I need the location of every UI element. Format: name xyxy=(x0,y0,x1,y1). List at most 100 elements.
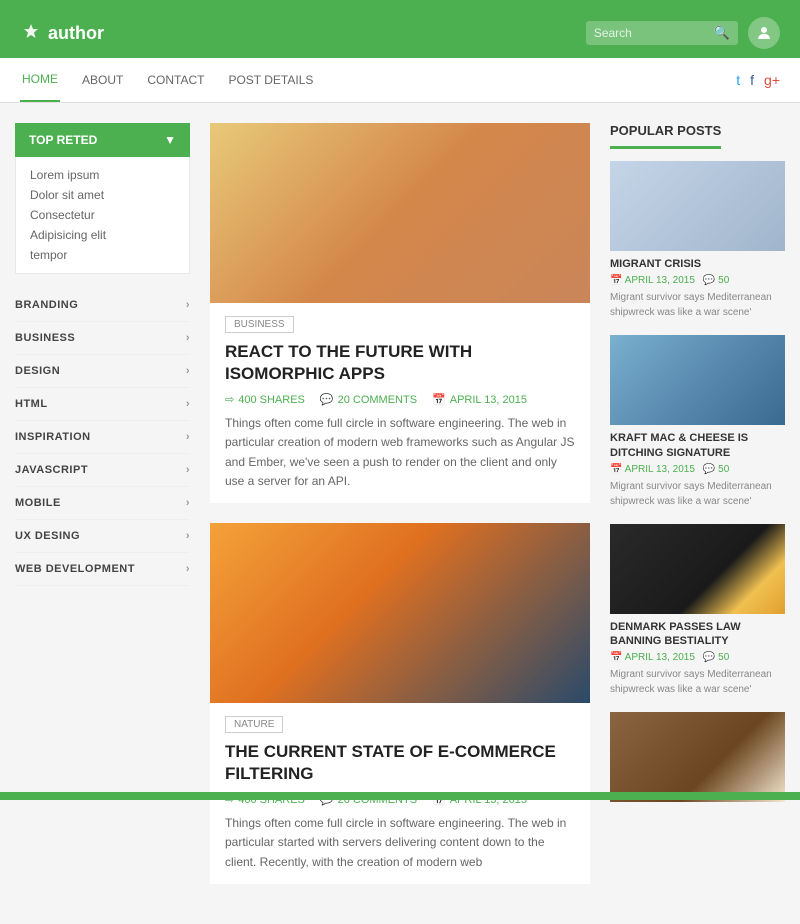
search-box[interactable]: 🔍 xyxy=(586,21,738,45)
category-arrow: › xyxy=(186,563,190,575)
top-rated-items: Lorem ipsum Dolor sit amet Consectetur A… xyxy=(15,157,190,274)
article-tag: NATURE xyxy=(225,716,283,733)
popular-post-item xyxy=(610,712,785,802)
category-arrow: › xyxy=(186,332,190,344)
search-icon[interactable]: 🔍 xyxy=(714,25,730,41)
top-rated-item[interactable]: Dolor sit amet xyxy=(30,185,175,205)
nav-about[interactable]: ABOUT xyxy=(80,59,125,101)
bottom-bar xyxy=(0,792,800,800)
sidebar-category-item[interactable]: MOBILE › xyxy=(15,487,190,520)
article-card: BUSINESS REACT TO THE FUTURE WITH ISOMOR… xyxy=(210,123,590,503)
popular-post-excerpt: Migrant survivor says Mediterranean ship… xyxy=(610,290,785,320)
search-input[interactable] xyxy=(594,26,714,40)
category-arrow: › xyxy=(186,497,190,509)
popular-post-title[interactable]: MIGRANT CRISIS xyxy=(610,257,785,271)
top-rated-item[interactable]: Consectetur xyxy=(30,205,175,225)
category-label: WEB DEVELOPMENT xyxy=(15,563,135,575)
popular-post-item: DENMARK PASSES LAW BANNING BESTIALITY 📅 … xyxy=(610,524,785,698)
nav-links: HOME ABOUT CONTACT POST DETAILS xyxy=(20,58,315,102)
nav: HOME ABOUT CONTACT POST DETAILS t f g+ xyxy=(0,58,800,103)
nav-post-details[interactable]: POST DETAILS xyxy=(226,59,315,101)
category-label: DESIGN xyxy=(15,365,60,377)
main-content: BUSINESS REACT TO THE FUTURE WITH ISOMOR… xyxy=(210,123,590,904)
top-rated-chevron: ▼ xyxy=(164,133,176,147)
popular-post-title[interactable]: KRAFT MAC & CHEESE IS DITCHING SIGNATURE xyxy=(610,431,785,460)
sidebar-category-item[interactable]: BUSINESS › xyxy=(15,322,190,355)
popular-post-date: 📅 APRIL 13, 2015 xyxy=(610,275,695,286)
nav-contact[interactable]: CONTACT xyxy=(145,59,206,101)
article-image xyxy=(210,123,590,303)
category-label: BUSINESS xyxy=(15,332,75,344)
logo-text: author xyxy=(48,23,104,44)
header-right: 🔍 xyxy=(586,17,780,49)
googleplus-icon[interactable]: g+ xyxy=(764,72,780,88)
popular-post-image[interactable] xyxy=(610,524,785,614)
popular-post-comments: 💬 50 xyxy=(703,652,729,663)
sidebar-category-item[interactable]: JAVASCRIPT › xyxy=(15,454,190,487)
category-arrow: › xyxy=(186,464,190,476)
sidebar-category-item[interactable]: BRANDING › xyxy=(15,289,190,322)
sidebar-category-item[interactable]: DESIGN › xyxy=(15,355,190,388)
article-shares: ⇨ 400 SHARES xyxy=(225,393,305,406)
article-image xyxy=(210,523,590,703)
comment-icon: 💬 xyxy=(320,393,334,406)
article-tag: BUSINESS xyxy=(225,316,294,333)
header: author 🔍 xyxy=(0,8,800,58)
top-rated-item[interactable]: Adipisicing elit xyxy=(30,225,175,245)
popular-post-meta: 📅 APRIL 13, 2015 💬 50 xyxy=(610,275,785,286)
article-title[interactable]: REACT TO THE FUTURE WITH ISOMORPHIC APPS xyxy=(225,341,575,385)
article-comments: 💬 20 COMMENTS xyxy=(320,393,417,406)
articles-list: BUSINESS REACT TO THE FUTURE WITH ISOMOR… xyxy=(210,123,590,884)
popular-post-meta: 📅 APRIL 13, 2015 💬 50 xyxy=(610,652,785,663)
category-arrow: › xyxy=(186,398,190,410)
category-arrow: › xyxy=(186,365,190,377)
article-date: 📅 APRIL 13, 2015 xyxy=(432,393,527,406)
category-arrow: › xyxy=(186,299,190,311)
categories: BRANDING›BUSINESS›DESIGN›HTML›INSPIRATIO… xyxy=(15,289,190,586)
user-icon xyxy=(755,24,773,42)
popular-post-image[interactable] xyxy=(610,335,785,425)
popular-post-item: KRAFT MAC & CHEESE IS DITCHING SIGNATURE… xyxy=(610,335,785,509)
twitter-icon[interactable]: t xyxy=(736,72,740,88)
popular-posts-list: MIGRANT CRISIS 📅 APRIL 13, 2015 💬 50 Mig… xyxy=(610,161,785,802)
nav-social: t f g+ xyxy=(736,72,780,88)
popular-posts-title: POPULAR POSTS xyxy=(610,123,721,149)
popular-posts-sidebar: POPULAR POSTS MIGRANT CRISIS 📅 APRIL 13,… xyxy=(610,123,785,904)
popular-post-date: 📅 APRIL 13, 2015 xyxy=(610,652,695,663)
logo[interactable]: author xyxy=(20,22,104,44)
category-label: INSPIRATION xyxy=(15,431,91,443)
logo-icon xyxy=(20,22,42,44)
top-rated-label: TOP RETED xyxy=(29,133,97,147)
article-meta: ⇨ 400 SHARES 💬 20 COMMENTS 📅 APRIL 13, 2… xyxy=(225,393,575,406)
category-label: MOBILE xyxy=(15,497,61,509)
user-avatar[interactable] xyxy=(748,17,780,49)
nav-home[interactable]: HOME xyxy=(20,58,60,102)
category-arrow: › xyxy=(186,530,190,542)
top-rated-header[interactable]: TOP RETED ▼ xyxy=(15,123,190,157)
article-excerpt: Things often come full circle in softwar… xyxy=(225,814,575,872)
sidebar-category-item[interactable]: WEB DEVELOPMENT › xyxy=(15,553,190,586)
article-card: NATURE THE CURRENT STATE OF E-COMMERCE F… xyxy=(210,523,590,884)
article-excerpt: Things often come full circle in softwar… xyxy=(225,414,575,491)
main-container: TOP RETED ▼ Lorem ipsum Dolor sit amet C… xyxy=(0,103,800,924)
popular-post-date: 📅 APRIL 13, 2015 xyxy=(610,464,695,475)
top-rated-item[interactable]: Lorem ipsum xyxy=(30,165,175,185)
facebook-icon[interactable]: f xyxy=(750,72,754,88)
popular-post-title[interactable]: DENMARK PASSES LAW BANNING BESTIALITY xyxy=(610,620,785,649)
calendar-icon: 📅 xyxy=(432,393,446,406)
popular-post-meta: 📅 APRIL 13, 2015 💬 50 xyxy=(610,464,785,475)
category-label: JAVASCRIPT xyxy=(15,464,88,476)
sidebar-category-item[interactable]: UX DESING› xyxy=(15,520,190,553)
category-arrow: › xyxy=(186,431,190,443)
sidebar-category-item[interactable]: INSPIRATION › xyxy=(15,421,190,454)
top-rated-item[interactable]: tempor xyxy=(30,245,175,265)
category-label: HTML xyxy=(15,398,48,410)
sidebar-category-item[interactable]: HTML › xyxy=(15,388,190,421)
article-title[interactable]: THE CURRENT STATE OF E-COMMERCE FILTERIN… xyxy=(225,741,575,785)
popular-post-image[interactable] xyxy=(610,161,785,251)
category-label: BRANDING xyxy=(15,299,78,311)
popular-post-comments: 💬 50 xyxy=(703,275,729,286)
share-icon: ⇨ xyxy=(225,393,234,406)
popular-post-excerpt: Migrant survivor says Mediterranean ship… xyxy=(610,667,785,697)
popular-post-image[interactable] xyxy=(610,712,785,802)
